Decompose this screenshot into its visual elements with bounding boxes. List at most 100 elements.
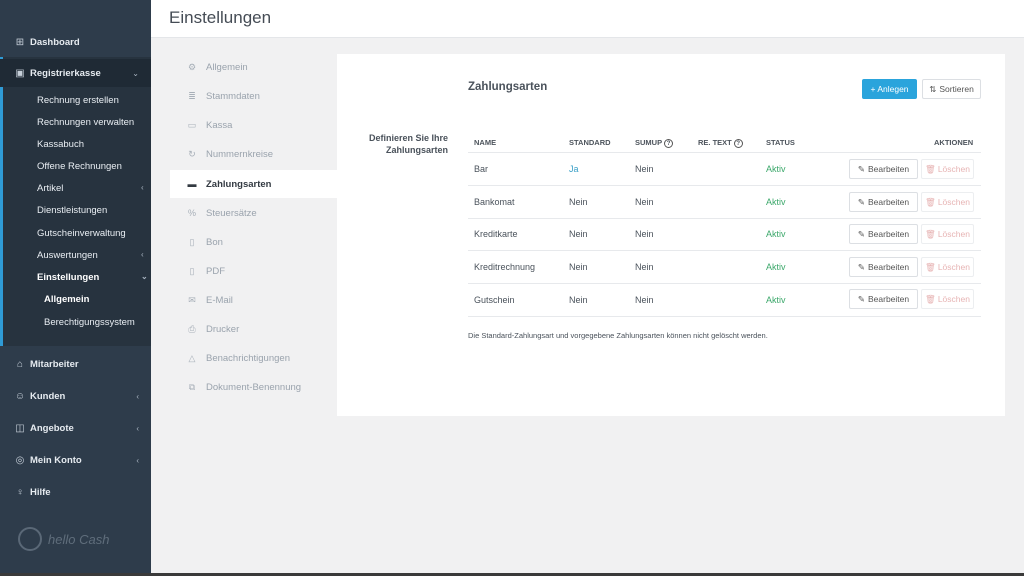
top-bar: Einstellungen [151,0,1024,38]
edit-button[interactable]: ✎ Bearbeiten [849,159,918,179]
envelope-icon: ✉ [188,294,196,305]
settings-menu-email[interactable]: ✉ E-Mail [170,286,337,314]
sidebar-item-kassabuch[interactable]: Kassabuch [37,139,84,150]
chevron-down-icon: ⌄ [141,272,148,281]
delete-button-label: Löschen [937,197,970,207]
sidebar-item-auswertungen[interactable]: Auswertungen ‹ [37,250,149,261]
chevron-left-icon: ‹ [141,183,144,192]
column-header-name: NAME [474,138,497,147]
row-name: Kreditrechnung [474,262,536,272]
column-header-aktionen: AKTIONEN [934,138,974,147]
edit-button[interactable]: ✎ Bearbeiten [849,289,918,309]
add-payment-method-button[interactable]: + Anlegen [862,79,917,99]
edit-button[interactable]: ✎ Bearbeiten [849,224,918,244]
nav-kunden[interactable]: ☺ Kunden ‹ [0,389,151,403]
nav-mitarbeiter[interactable]: ⌂ Mitarbeiter [0,357,151,371]
column-header-sumup: SUMUP? [635,138,674,148]
info-note: Die Standard-Zahlungsart und vorgegebene… [468,331,768,340]
card-title: Zahlungsarten [468,81,548,93]
settings-menu-steuersaetze[interactable]: % Steuersätze [170,199,337,227]
trash-icon: 🗑 [925,196,936,207]
delete-button[interactable]: 🗑 Löschen [921,257,974,277]
row-name: Bar [474,164,489,174]
nav-dashboard[interactable]: ⊞ Dashboard [0,35,151,49]
database-icon: ≣ [188,90,196,101]
settings-menu-kassa[interactable]: ▭ Kassa [170,111,337,139]
settings-menu-allgemein[interactable]: ⚙ Allgemein [170,53,337,81]
row-name: Bankomat [474,197,515,207]
file-icon: ▯ [189,236,195,247]
sidebar-item-rechnung-erstellen[interactable]: Rechnung erstellen [37,95,119,106]
sidebar-item-allgemein[interactable]: Allgemein [44,294,89,305]
sidebar-item-rechnungen-verwalten[interactable]: Rechnungen verwalten [37,117,134,128]
refresh-icon: ↻ [188,148,196,159]
page-title: Einstellungen [169,8,272,27]
column-header-status: STATUS [766,138,795,147]
row-status: Aktiv [766,197,786,207]
sort-button[interactable]: ⇅ Sortieren [922,79,981,99]
nav-registrierkasse[interactable]: ▣ Registrierkasse ⌄ [0,66,151,80]
settings-menu-zahlungsarten[interactable]: ▬ Zahlungsarten [170,170,337,198]
help-icon[interactable]: ? [733,138,743,148]
sidebar-item-offene-rechnungen[interactable]: Offene Rechnungen [37,161,122,172]
column-header-re-text: RE. TEXT? [698,138,743,148]
nav-hilfe[interactable]: ♀ Hilfe [0,485,151,499]
settings-menu-label: Steuersätze [206,207,257,219]
settings-menu-benachrichtigungen[interactable]: △ Benachrichtigungen [170,344,337,372]
settings-menu-label: E-Mail [206,294,233,306]
chevron-down-icon: ⌄ [132,68,139,78]
nav-mein-konto[interactable]: ◎ Mein Konto ‹ [0,453,151,467]
settings-menu-label: Bon [206,236,223,248]
sort-icon: ⇅ [929,83,937,94]
edit-button-label: Bearbeiten [868,164,910,174]
sort-button-label: Sortieren [939,84,974,94]
delete-button[interactable]: 🗑 Löschen [921,289,974,309]
row-divider [468,250,981,251]
settings-menu-nummernkreise[interactable]: ↻ Nummernkreise [170,140,337,168]
sidebar: ⊞ Dashboard ▣ Registrierkasse ⌄ Rechnung… [0,0,151,576]
settings-menu-stammdaten[interactable]: ≣ Stammdaten [170,82,337,110]
settings-menu-label: Dokument-Benennung [206,381,302,393]
users-icon: ⌂ [16,358,24,370]
delete-button[interactable]: 🗑 Löschen [921,224,974,244]
edit-button-label: Bearbeiten [868,294,910,304]
nav-kunden-label: Kunden [30,390,66,402]
sitemap-icon: ⧉ [188,381,196,392]
sidebar-item-einstellungen[interactable]: Einstellungen ⌄ [37,272,149,283]
settings-menu-drucker[interactable]: ⎙ Drucker [170,315,337,343]
settings-menu-bon[interactable]: ▯ Bon [170,228,337,256]
row-status: Aktiv [766,262,786,272]
table-divider [468,152,981,153]
settings-menu-pdf[interactable]: ▯ PDF [170,257,337,285]
row-sumup: Nein [635,197,654,207]
settings-menu-dokument-benennung[interactable]: ⧉ Dokument-Benennung [170,373,337,401]
delete-button[interactable]: 🗑 Löschen [921,159,974,179]
chevron-left-icon: ‹ [136,391,139,401]
nav-registrierkasse-label: Registrierkasse [30,67,101,79]
row-standard: Nein [569,295,588,305]
briefcase-icon: ◫ [15,422,25,434]
chevron-left-icon: ‹ [136,455,139,465]
dashboard-icon: ⊞ [15,36,25,48]
row-divider [468,185,981,186]
row-standard: Nein [569,262,588,272]
edit-icon: ✎ [857,196,865,207]
delete-button[interactable]: 🗑 Löschen [921,192,974,212]
payment-methods-card: Zahlungsarten + Anlegen ⇅ Sortieren Defi… [337,54,1005,416]
sidebar-item-artikel-label: Artikel [37,183,64,194]
help-icon[interactable]: ? [664,138,674,148]
edit-button[interactable]: ✎ Bearbeiten [849,257,918,277]
nav-angebote[interactable]: ◫ Angebote ‹ [0,421,151,435]
sidebar-item-dienstleistungen[interactable]: Dienstleistungen [37,205,107,216]
delete-button-label: Löschen [937,294,970,304]
percent-icon: % [187,208,196,218]
trash-icon: 🗑 [925,163,936,174]
sidebar-item-artikel[interactable]: Artikel ‹ [37,183,149,194]
edit-button-label: Bearbeiten [868,262,910,272]
gear-icon: ⚙ [187,61,197,72]
row-name: Gutschein [474,295,515,305]
sidebar-item-berechtigungssystem[interactable]: Berechtigungssystem [44,317,135,328]
edit-button[interactable]: ✎ Bearbeiten [849,192,918,212]
sidebar-item-gutscheinverwaltung[interactable]: Gutscheinverwaltung [37,228,126,239]
row-divider [468,283,981,284]
